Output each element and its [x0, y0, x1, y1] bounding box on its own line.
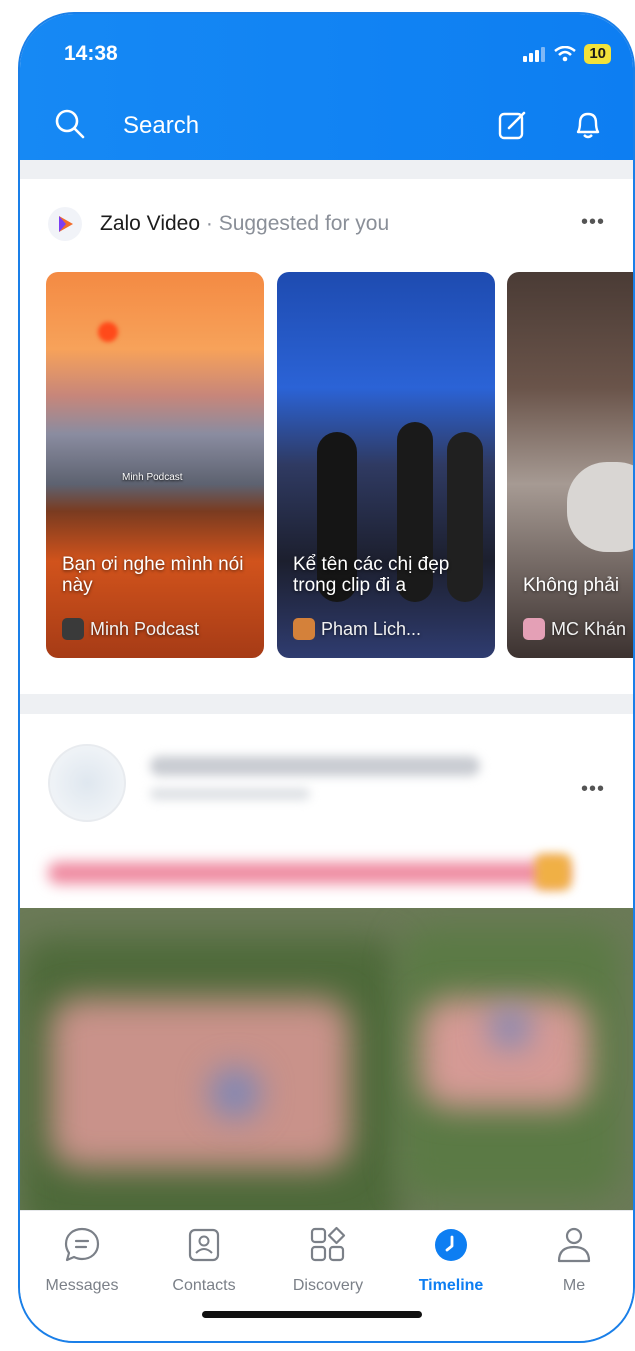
clock-icon — [435, 1229, 467, 1261]
search-row[interactable]: Search — [20, 104, 633, 148]
post-author-avatar[interactable] — [48, 744, 126, 822]
battery-indicator: 10 — [584, 44, 611, 64]
image-region — [50, 998, 350, 1168]
sunset-decoration — [98, 322, 118, 342]
suggested-header: Zalo Video · Suggested for you — [100, 212, 389, 236]
video-author: MC Khán — [523, 618, 626, 640]
video-caption: Không phải — [523, 575, 620, 596]
more-options-icon[interactable]: ••• — [581, 211, 605, 234]
compose-post-icon[interactable] — [497, 109, 529, 141]
status-indicators: 10 — [522, 44, 611, 64]
zalo-video-logo-icon — [48, 207, 82, 241]
phone-screen: 14:38 10 Search Zalo Video · Suggested f… — [18, 12, 635, 1343]
author-avatar — [62, 618, 84, 640]
source-name[interactable]: Zalo Video — [100, 212, 200, 235]
tab-label: Messages — [45, 1277, 119, 1294]
video-author: Minh Podcast — [62, 618, 199, 640]
signal-icon — [523, 47, 546, 62]
video-author: Pham Lich... — [293, 618, 421, 640]
grid-icon — [310, 1226, 346, 1262]
chat-bubble-icon — [64, 1227, 100, 1262]
author-name: MC Khán — [551, 618, 627, 639]
home-indicator[interactable] — [202, 1311, 422, 1318]
author-name: Pham Lich... — [321, 618, 422, 639]
tab-label: Contacts — [172, 1277, 236, 1294]
video-caption: Kể tên các chị đẹp trong clip đi a — [293, 554, 450, 596]
search-icon[interactable] — [54, 108, 86, 140]
tab-discovery[interactable]: Discovery — [268, 1225, 388, 1295]
post-author-name-blurred[interactable] — [150, 756, 480, 776]
tab-timeline[interactable]: Timeline — [391, 1225, 511, 1295]
post-emoji-blurred — [535, 854, 571, 890]
post-more-options-icon[interactable]: ••• — [581, 778, 605, 801]
status-time: 14:38 — [64, 42, 118, 65]
image-region — [490, 1008, 530, 1048]
video-tile[interactable]: Kể tên các chị đẹp trong clip đi a Pham … — [277, 272, 495, 658]
timeline-post: ••• — [20, 714, 633, 1234]
bottom-tab-bar: Messages Contacts Discovery Timeline Me — [20, 1210, 633, 1341]
post-time-blurred — [150, 788, 310, 800]
suggested-subtitle: · Suggested for you — [200, 212, 390, 235]
mask-shape — [567, 462, 633, 552]
post-text-blurred — [48, 862, 568, 884]
tab-messages[interactable]: Messages — [22, 1225, 142, 1295]
tab-label: Discovery — [292, 1277, 364, 1294]
tab-label: Timeline — [418, 1277, 484, 1294]
video-tile[interactable]: Minh Podcast Bạn ơi nghe mình nói này Mi… — [46, 272, 264, 658]
video-overlay-text: Minh Podcast — [122, 472, 183, 483]
notification-bell-icon[interactable] — [572, 109, 604, 141]
suggested-videos-card: Zalo Video · Suggested for you ••• Minh … — [20, 179, 633, 694]
author-avatar — [293, 618, 315, 640]
tab-label: Me — [562, 1277, 586, 1294]
search-placeholder[interactable]: Search — [123, 112, 199, 140]
video-caption: Bạn ơi nghe mình nói này — [62, 554, 244, 596]
person-icon — [557, 1227, 591, 1263]
tab-me[interactable]: Me — [514, 1225, 633, 1295]
top-bar: 14:38 10 Search — [20, 14, 633, 160]
video-tile[interactable]: Không phải MC Khán — [507, 272, 633, 658]
tab-contacts[interactable]: Contacts — [144, 1225, 264, 1295]
author-avatar — [523, 618, 545, 640]
author-name: Minh Podcast — [90, 618, 200, 639]
post-image-blurred[interactable] — [20, 908, 633, 1234]
image-region — [210, 1068, 260, 1118]
contact-card-icon — [188, 1228, 220, 1262]
wifi-icon — [554, 46, 577, 62]
